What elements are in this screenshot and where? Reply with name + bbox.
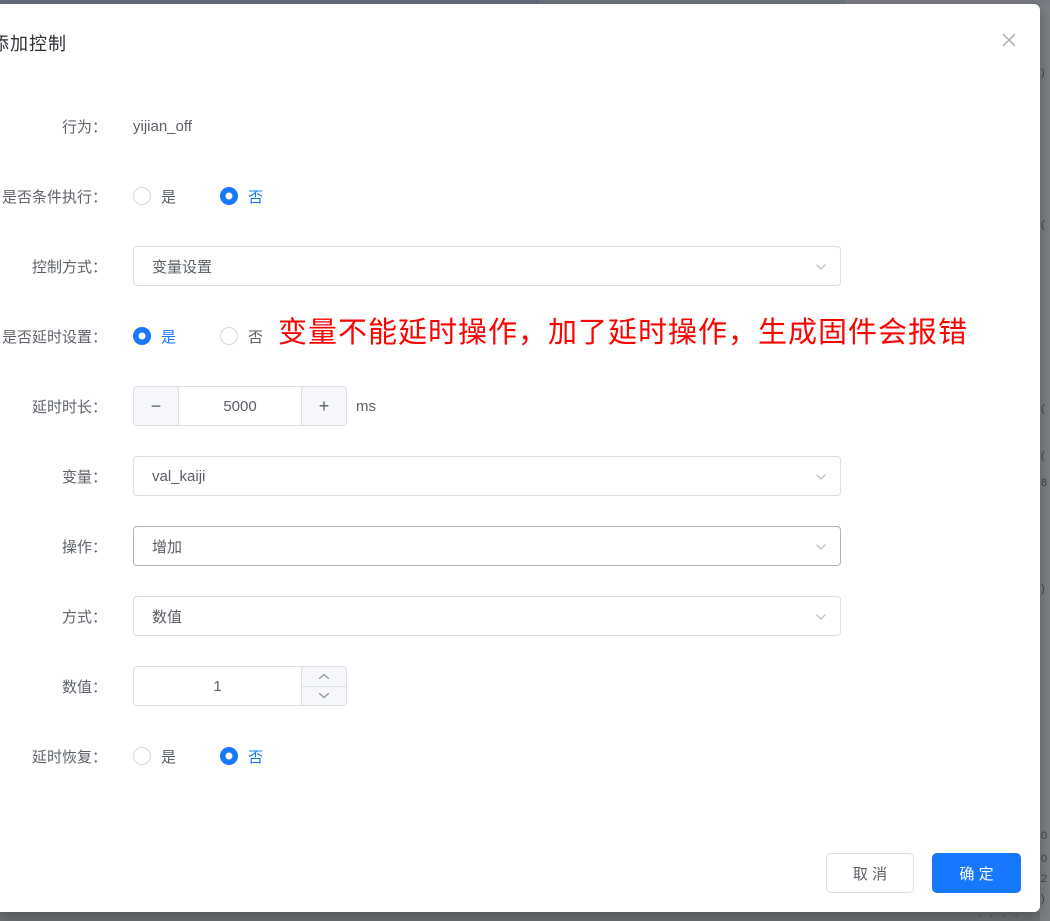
- confirm-button[interactable]: 确 定: [932, 853, 1021, 893]
- radio-icon: [220, 187, 238, 205]
- delay-duration-unit-label: ms: [356, 398, 376, 415]
- delay-setting-label: 是否延时设置：: [0, 326, 107, 347]
- background-page-bottom-edge: - - - -: [0, 912, 1040, 921]
- mode-value: 数值: [152, 606, 182, 627]
- control-mode-label: 控制方式：: [0, 256, 107, 277]
- variable-select[interactable]: val_kaiji: [133, 456, 841, 496]
- control-mode-value: 变量设置: [152, 256, 212, 277]
- radio-label: 否: [248, 186, 263, 207]
- edge-fragment: - - - -: [978, 913, 1021, 920]
- mode-select[interactable]: 数值: [133, 596, 841, 636]
- form-row-delay-restore: 延时恢复：是否: [0, 736, 1040, 776]
- dialog-form: 行为：yijian_off是否条件执行：是否控制方式：变量设置是否延时设置：是否…: [0, 4, 1040, 806]
- delay-setting-control: 是否: [133, 326, 263, 347]
- behavior-label: 行为：: [0, 116, 107, 137]
- edge-fragment: (: [1041, 220, 1045, 231]
- delay-restore-radio-no[interactable]: 否: [220, 746, 263, 767]
- radio-label: 否: [248, 326, 263, 347]
- chevron-down-icon: [813, 609, 829, 625]
- form-row-control-mode: 控制方式： 变量设置: [0, 246, 1040, 286]
- conditional-execution-label: 是否条件执行：: [0, 186, 107, 207]
- variable-control: val_kaiji: [133, 456, 841, 496]
- mode-control: 数值: [133, 596, 841, 636]
- operation-control: 增加: [133, 526, 841, 566]
- radio-label: 是: [161, 746, 176, 767]
- delay-restore-control: 是否: [133, 746, 263, 767]
- radio-label: 是: [161, 186, 176, 207]
- chevron-down-icon: [813, 539, 829, 555]
- variable-value: val_kaiji: [152, 468, 205, 485]
- mode-label: 方式：: [0, 606, 107, 627]
- spin-up-icon: [318, 673, 330, 680]
- delay-duration-label: 延时时长：: [0, 396, 107, 417]
- value-decrement-button[interactable]: [302, 687, 346, 706]
- conditional-execution-radio-no[interactable]: 否: [220, 186, 263, 207]
- edge-fragment: ): [1041, 584, 1045, 595]
- radio-icon: [133, 747, 151, 765]
- chevron-down-icon: [813, 259, 829, 275]
- control-mode-control: 变量设置: [133, 246, 841, 286]
- conditional-execution-control: 是否: [133, 186, 263, 207]
- delay-restore-label: 延时恢复：: [0, 746, 107, 767]
- variable-label: 变量：: [0, 466, 107, 487]
- delay-duration-control: −+ms: [133, 386, 376, 426]
- form-row-delay-duration: 延时时长：−+ms: [0, 386, 1040, 426]
- conditional-execution-radio-yes[interactable]: 是: [133, 186, 176, 207]
- edge-fragment: (: [1041, 451, 1045, 462]
- spin-down-icon: [318, 692, 330, 699]
- cancel-button[interactable]: 取 消: [826, 853, 914, 893]
- form-row-delay-setting: 是否延时设置：是否变量不能延时操作，加了延时操作，生成固件会报错: [0, 316, 1040, 356]
- form-row-conditional-execution: 是否条件执行：是否: [0, 176, 1040, 216]
- behavior-control: yijian_off: [133, 118, 192, 135]
- control-mode-select[interactable]: 变量设置: [133, 246, 841, 286]
- operation-label: 操作：: [0, 536, 107, 557]
- operation-select[interactable]: 增加: [133, 526, 841, 566]
- edge-fragment: ): [1041, 68, 1045, 79]
- radio-icon: [220, 747, 238, 765]
- form-row-value: 数值：: [0, 666, 1040, 706]
- value-label: 数值：: [0, 676, 107, 697]
- delay-duration-increase-button[interactable]: +: [301, 387, 346, 425]
- delay-setting-radio-no[interactable]: 否: [220, 326, 263, 347]
- radio-icon: [133, 327, 151, 345]
- delay-restore-radio-yes[interactable]: 是: [133, 746, 176, 767]
- delay-duration-stepper: −+: [133, 386, 347, 426]
- edge-fragment: ): [1041, 894, 1045, 905]
- delay-setting-radio-yes[interactable]: 是: [133, 326, 176, 347]
- background-page-right-edge: ) ( ( (8) 0 0 2): [1040, 4, 1050, 921]
- edge-fragment: 0: [1041, 854, 1047, 865]
- edge-fragment: 2: [1041, 874, 1047, 885]
- radio-label: 否: [248, 746, 263, 767]
- radio-label: 是: [161, 326, 176, 347]
- form-row-mode: 方式： 数值: [0, 596, 1040, 636]
- add-control-dialog: 添加控制 行为：yijian_off是否条件执行：是否控制方式：变量设置是否延时…: [0, 4, 1040, 912]
- value-number-input: [133, 666, 347, 706]
- value-control: [133, 666, 347, 706]
- edge-fragment: 8: [1041, 478, 1047, 489]
- behavior-value: yijian_off: [133, 118, 192, 135]
- value-increment-button[interactable]: [302, 667, 346, 687]
- value-input[interactable]: [134, 667, 301, 705]
- delay-duration-decrease-button[interactable]: −: [134, 387, 179, 425]
- form-row-variable: 变量： val_kaiji: [0, 456, 1040, 496]
- value-spinner: [301, 667, 346, 705]
- edge-fragment: (: [1041, 404, 1045, 415]
- operation-value: 增加: [152, 536, 182, 557]
- form-row-operation: 操作： 增加: [0, 526, 1040, 566]
- radio-icon: [220, 327, 238, 345]
- radio-icon: [133, 187, 151, 205]
- form-row-behavior: 行为： yijian_off: [0, 106, 1040, 146]
- chevron-down-icon: [813, 469, 829, 485]
- edge-fragment: 0: [1041, 831, 1047, 842]
- delay-duration-input[interactable]: [179, 387, 301, 425]
- annotation-text: 变量不能延时操作，加了延时操作，生成固件会报错: [278, 309, 968, 351]
